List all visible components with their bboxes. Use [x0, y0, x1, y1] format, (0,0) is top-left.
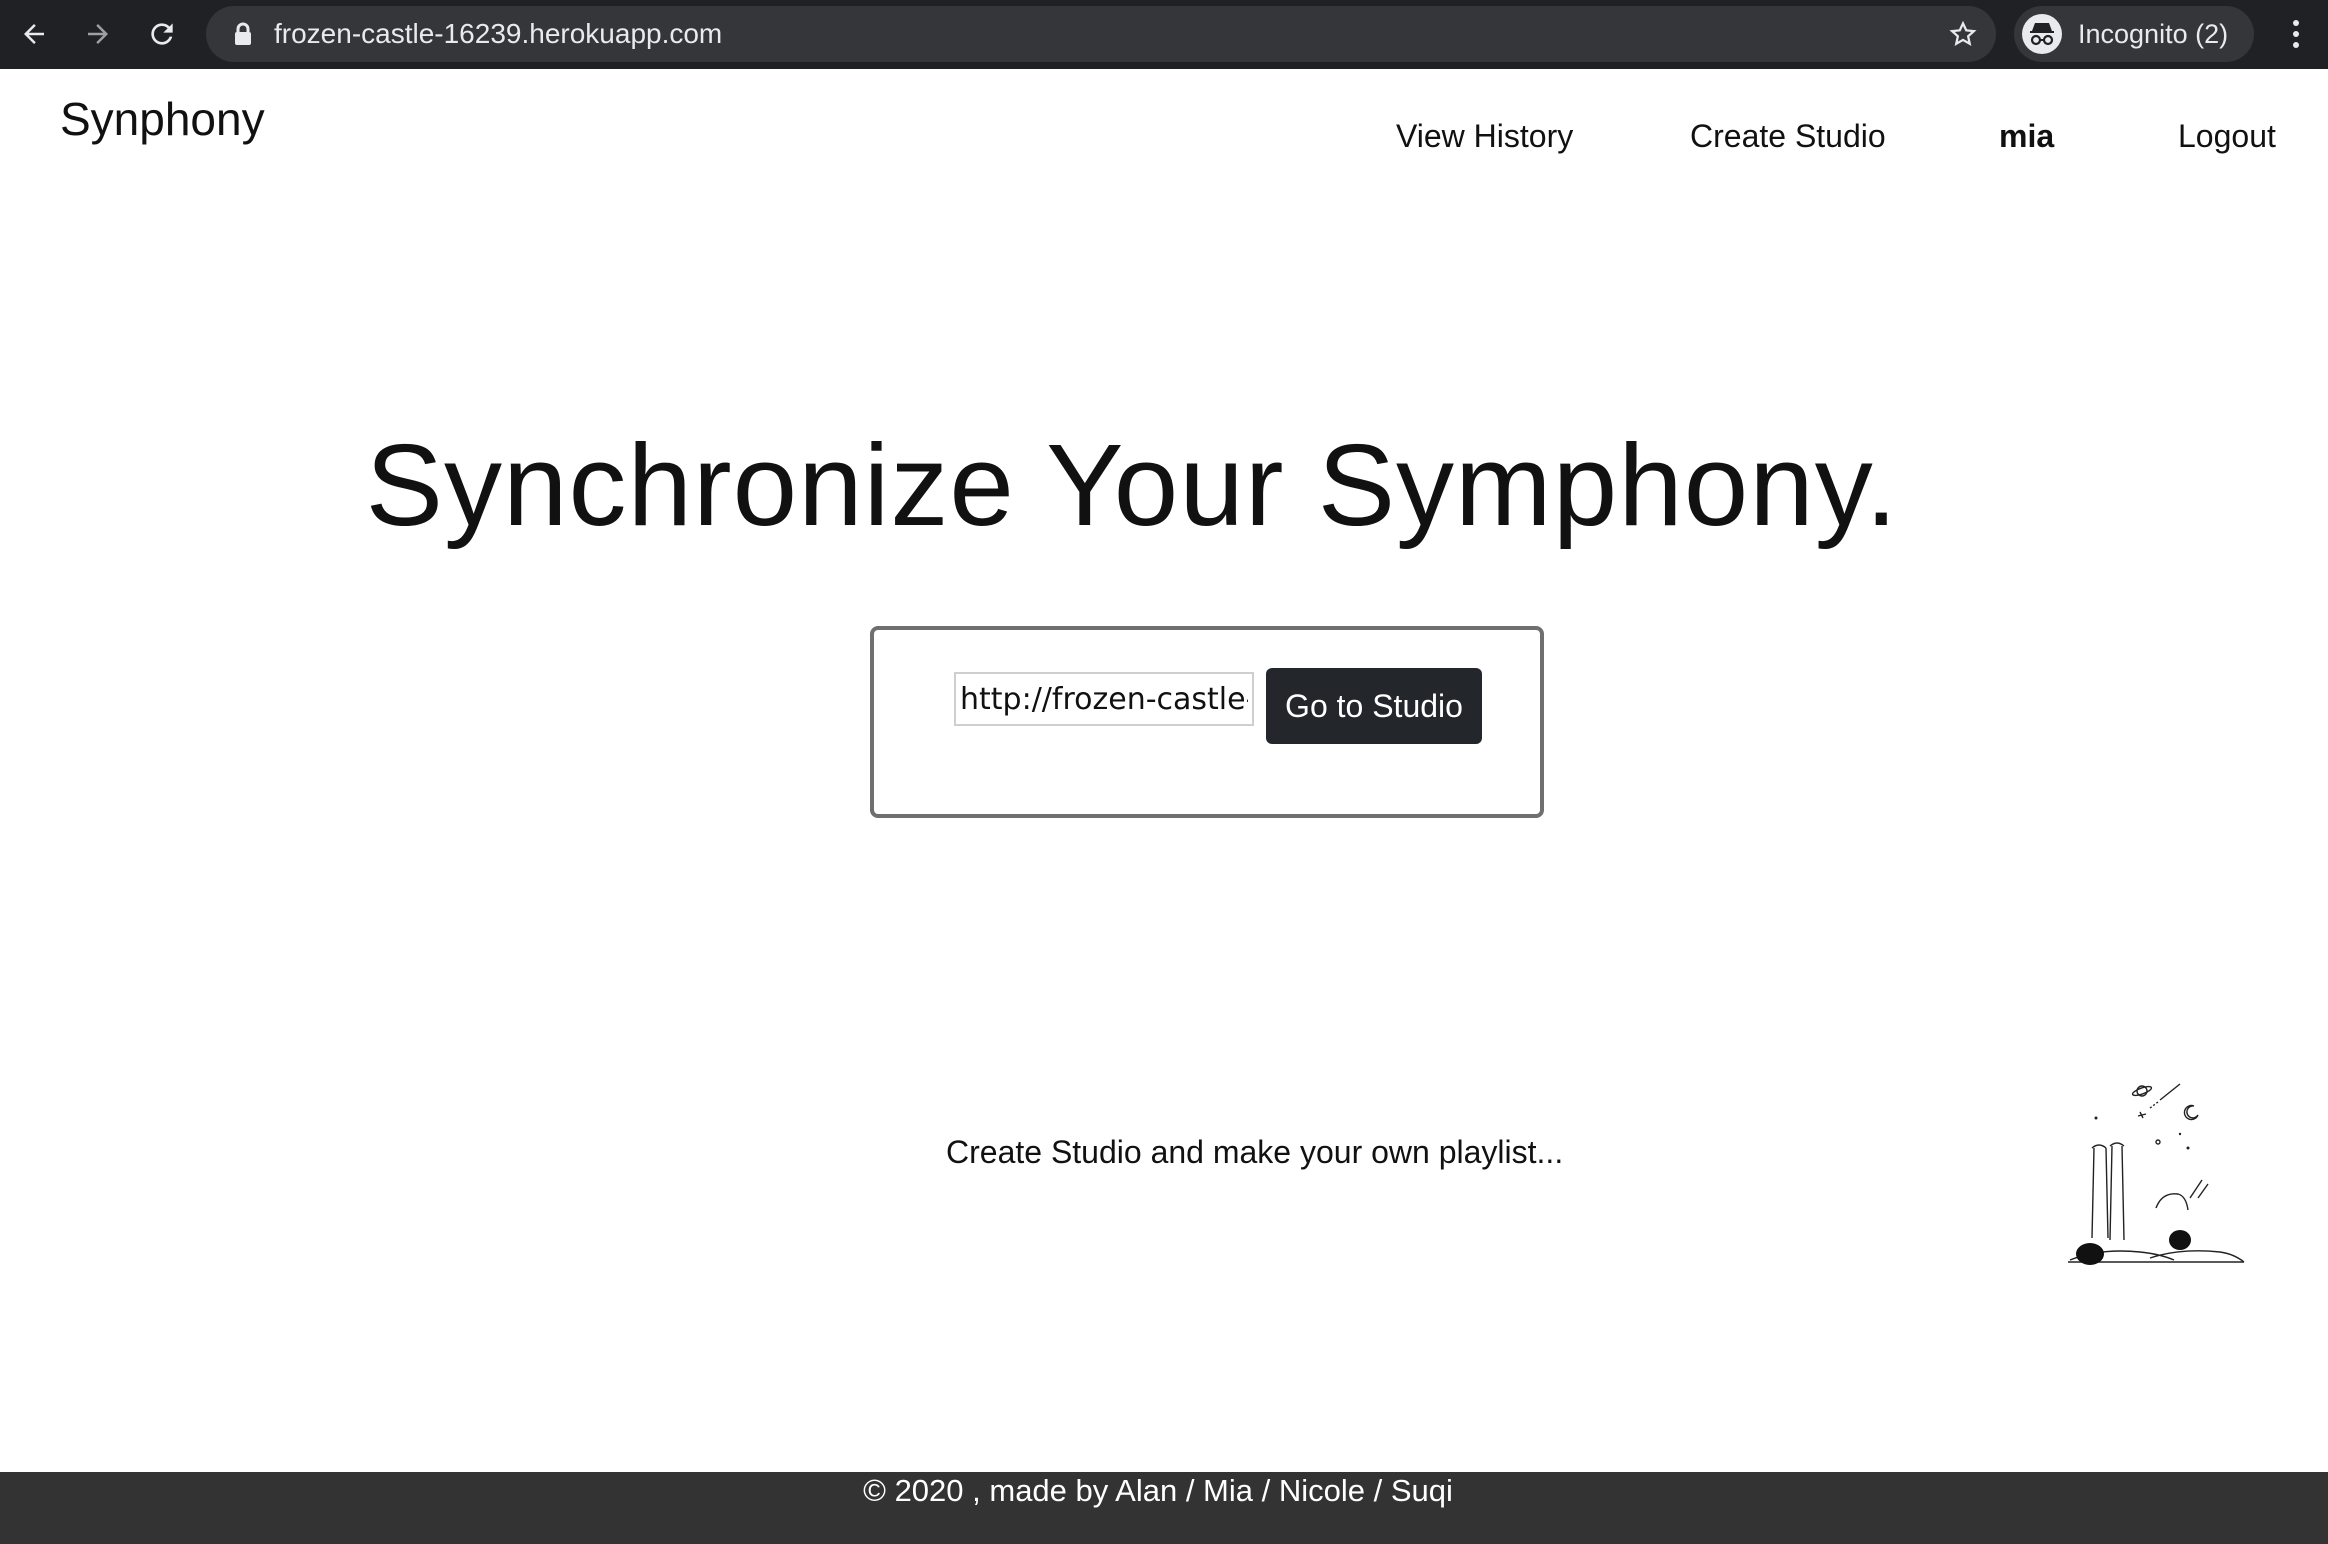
- arrow-left-icon: [24, 24, 44, 44]
- back-button[interactable]: [12, 12, 56, 56]
- stargazing-illustration: [2068, 1083, 2245, 1265]
- address-url: frozen-castle-16239.herokuapp.com: [274, 18, 723, 49]
- address-bar[interactable]: frozen-castle-16239.herokuapp.com: [206, 6, 1996, 62]
- site-footer: © 2020 , made by Alan / Mia / Nicole / S…: [0, 1472, 2328, 1544]
- kebab-menu-icon[interactable]: [2276, 12, 2316, 56]
- star-icon[interactable]: [1948, 19, 1978, 49]
- nav-view-history[interactable]: View History: [1396, 118, 1573, 155]
- hero-title: Synchronize Your Symphony.: [365, 420, 1899, 550]
- site-brand[interactable]: Synphony: [60, 92, 265, 146]
- incognito-profile-button[interactable]: Incognito (2): [2014, 6, 2254, 62]
- incognito-label: Incognito (2): [2078, 19, 2229, 49]
- reload-icon: [151, 23, 173, 45]
- nav-logout[interactable]: Logout: [2178, 118, 2276, 155]
- forward-button[interactable]: [76, 12, 120, 56]
- nav-username[interactable]: mia: [1999, 118, 2054, 155]
- footer-credits: © 2020 , made by Alan / Mia / Nicole / S…: [863, 1473, 1453, 1508]
- nav-create-studio[interactable]: Create Studio: [1690, 118, 1886, 155]
- arrow-right-icon: [88, 24, 108, 44]
- incognito-icon: [2022, 14, 2062, 54]
- go-to-studio-button[interactable]: Go to Studio: [1266, 668, 1482, 744]
- lock-icon: [235, 22, 251, 45]
- browser-toolbar: frozen-castle-16239.herokuapp.com Incogn…: [0, 0, 2328, 69]
- reload-button[interactable]: [140, 12, 184, 56]
- studio-form: Go to Studio: [870, 626, 1544, 818]
- studio-url-input[interactable]: [954, 672, 1254, 726]
- tagline: Create Studio and make your own playlist…: [946, 1134, 1564, 1170]
